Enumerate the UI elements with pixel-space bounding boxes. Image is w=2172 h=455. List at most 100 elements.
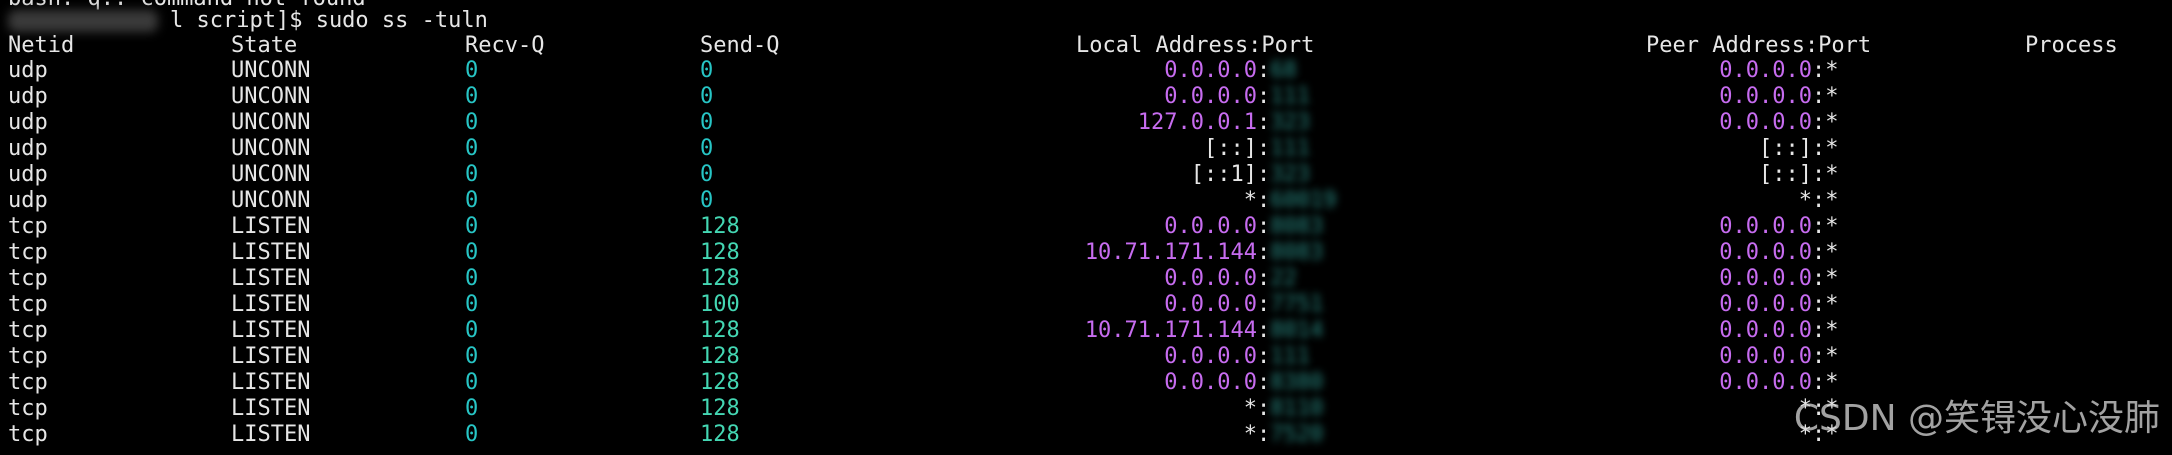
local-port-value: 111 [1270,84,1310,109]
header-local-address: Local Address:Port [1076,33,1315,58]
recvq-cell: 0 [465,370,479,395]
peer-address-cell: * [1798,422,1812,447]
table-header: Netid State Recv-Q Send-Q Local Address:… [0,33,2118,59]
port-separator: : [1812,110,1826,135]
port-separator: : [1812,266,1826,291]
peer-port-cell: :* [1812,162,1839,188]
peer-port-cell: :* [1812,188,1839,214]
state-cell: LISTEN [231,344,311,369]
local-address-cell: 0.0.0.0 [1164,370,1257,395]
local-address-cell: 10.71.171.144 [1084,318,1257,343]
peer-port-value: * [1825,344,1839,369]
recvq-cell: 0 [465,344,479,369]
state-cell: UNCONN [231,136,311,161]
redacted-host [8,8,158,34]
watermark: CSDN @笑锝没心没肺 [1793,398,2160,439]
peer-port-value: * [1825,214,1839,239]
peer-port-value: * [1825,240,1839,265]
sendq-cell: 128 [700,240,740,265]
state-cell: UNCONN [231,162,311,187]
local-port-value: 111 [1270,136,1310,161]
sendq-cell: 0 [700,162,714,187]
peer-address-cell: 0.0.0.0 [1719,240,1812,265]
recvq-cell: 0 [465,58,479,83]
local-port-cell: :111 [1257,84,1337,110]
local-address-cell: 0.0.0.0 [1164,58,1257,83]
peer-address-cell: 0.0.0.0 [1719,214,1812,239]
peer-port-cell: :* [1812,214,1839,240]
recvq-cell: 0 [465,188,479,213]
netid-cell: udp [8,188,48,213]
port-separator: : [1257,188,1271,213]
sendq-cell: 128 [700,422,740,447]
netid-cell: tcp [8,292,48,317]
local-port-value: 323 [1270,110,1310,135]
netid-cell: udp [8,162,48,187]
recvq-cell: 0 [465,318,479,343]
local-address-cell: 10.71.171.144 [1084,240,1257,265]
port-separator: : [1812,162,1826,187]
local-address-cell: 0.0.0.0 [1164,214,1257,239]
local-address-cell: 0.0.0.0 [1164,266,1257,291]
peer-port-cell: :* [1812,110,1839,136]
local-address-cell: * [1243,188,1257,213]
peer-port-value: * [1825,110,1839,135]
netid-cell: udp [8,84,48,109]
local-port-value: 8380 [1270,370,1324,395]
port-separator: : [1257,422,1271,447]
peer-address-cell: 0.0.0.0 [1719,370,1812,395]
sendq-cell: 0 [700,58,714,83]
local-address-cell: 0.0.0.0 [1164,344,1257,369]
peer-address-cell: 0.0.0.0 [1719,266,1812,291]
port-separator: : [1257,396,1271,421]
local-port-cell: :323 [1257,110,1337,136]
local-port-value: 60019 [1270,188,1337,213]
state-cell: LISTEN [231,370,311,395]
port-separator: : [1257,136,1271,161]
terminal-window[interactable]: bash: q.: command not found l script]$ s… [0,0,2172,455]
sendq-cell: 128 [700,266,740,291]
local-port-cell: :111 [1257,344,1337,370]
state-cell: UNCONN [231,84,311,109]
peer-port-value: * [1825,136,1839,161]
local-port-value: 7520 [1270,422,1324,447]
netid-cell: udp [8,58,48,83]
peer-address-cell: 0.0.0.0 [1719,292,1812,317]
local-port-value: 111 [1270,344,1310,369]
local-port-value: 68 [1270,58,1297,83]
local-address-cell: [::1] [1190,162,1257,187]
state-cell: LISTEN [231,292,311,317]
recvq-cell: 0 [465,136,479,161]
local-port-cell: :8110 [1257,396,1337,422]
header-state: State [231,33,298,58]
state-cell: UNCONN [231,58,311,83]
state-cell: LISTEN [231,422,311,447]
peer-address-cell: 0.0.0.0 [1719,110,1812,135]
port-separator: : [1812,292,1826,317]
local-port-cell: :68 [1257,58,1337,84]
port-separator: : [1257,110,1271,135]
local-port-cell: :60019 [1257,188,1337,214]
port-separator: : [1812,188,1826,213]
peer-port-cell: :* [1812,266,1839,292]
netid-cell: tcp [8,422,48,447]
netid-cell: udp [8,110,48,135]
netid-cell: tcp [8,266,48,291]
port-separator: : [1812,84,1826,109]
local-address-cell: * [1243,422,1257,447]
port-separator: : [1257,84,1271,109]
recvq-cell: 0 [465,396,479,421]
local-port-cell: :7751 [1257,292,1337,318]
state-cell: LISTEN [231,214,311,239]
local-port-value: 323 [1270,162,1310,187]
local-port-value: 22 [1270,266,1297,291]
sendq-cell: 128 [700,318,740,343]
peer-address-cell: [::] [1759,162,1812,187]
recvq-cell: 0 [465,84,479,109]
state-cell: UNCONN [231,110,311,135]
sendq-cell: 128 [700,396,740,421]
local-address-cell: 127.0.0.1 [1137,110,1257,135]
state-cell: LISTEN [231,318,311,343]
sendq-cell: 100 [700,292,740,317]
netid-cell: tcp [8,370,48,395]
